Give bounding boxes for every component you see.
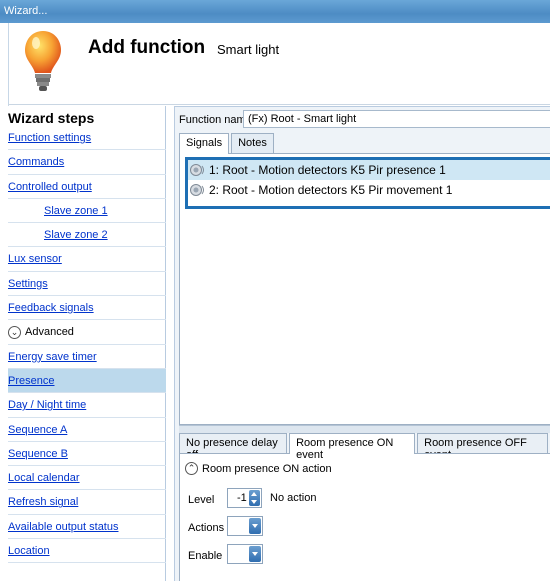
step-presence[interactable]: Presence	[8, 368, 166, 394]
level-description: No action	[270, 492, 317, 504]
step-available-output-status[interactable]: Available output status	[8, 515, 166, 540]
enable-label: Enable	[188, 550, 223, 562]
chevron-down-icon: ⌄	[8, 325, 21, 339]
signals-pane: 1: Root - Motion detectors K5 Pir presen…	[179, 153, 550, 425]
step-slave-zone-1[interactable]: Slave zone 1	[8, 199, 166, 224]
level-stepper[interactable]: -1	[227, 488, 262, 508]
wizard-header: Add function Smart light	[8, 23, 550, 107]
window-title-bar[interactable]: Wizard...	[0, 0, 550, 23]
wizard-steps-sidebar: Wizard steps Function settings Commands …	[8, 106, 166, 581]
step-energy-save-timer[interactable]: Energy save timer	[8, 345, 166, 369]
advanced-section-label: Advanced	[25, 326, 74, 339]
dropdown-arrow-icon	[249, 518, 261, 534]
wizard-steps-list: Function settings Commands Controlled ou…	[8, 126, 166, 564]
top-tabs: Signals Notes	[179, 133, 276, 154]
tab-room-presence-off-event[interactable]: Room presence OFF event	[417, 433, 548, 461]
signal-row[interactable]: 2: Root - Motion detectors K5 Pir moveme…	[188, 180, 550, 200]
step-refresh-signal[interactable]: Refresh signal	[8, 490, 166, 515]
advanced-section-toggle[interactable]: ⌄ Advanced	[8, 320, 166, 345]
step-slave-zone-2[interactable]: Slave zone 2	[8, 223, 166, 248]
dropdown-arrow-icon	[249, 546, 261, 562]
level-value: -1	[237, 492, 247, 504]
page-subtitle: Smart light	[217, 42, 280, 57]
signals-list: 1: Root - Motion detectors K5 Pir presen…	[185, 157, 550, 209]
action-section-toggle[interactable]: ⌃ Room presence ON action	[185, 462, 332, 475]
step-sequence-a[interactable]: Sequence A	[8, 418, 166, 442]
step-location[interactable]: Location	[8, 539, 166, 564]
step-function-settings[interactable]: Function settings	[8, 126, 166, 151]
step-feedback-signals[interactable]: Feedback signals	[8, 296, 166, 321]
actions-dropdown[interactable]	[227, 516, 263, 536]
header-divider	[8, 104, 550, 105]
signal-text: 2: Root - Motion detectors K5 Pir moveme…	[209, 183, 453, 197]
horizontal-scrollbar[interactable]	[179, 425, 550, 433]
window-title: Wizard...	[4, 5, 48, 17]
tab-room-presence-on-event[interactable]: Room presence ON event	[289, 433, 416, 461]
room-presence-on-event-pane: ⌃ Room presence ON action Level -1 No ac…	[179, 453, 550, 581]
action-section-title: Room presence ON action	[202, 462, 332, 475]
step-lux-sensor[interactable]: Lux sensor	[8, 247, 166, 272]
tab-no-presence-delay-off[interactable]: No presence delay off	[179, 433, 288, 461]
step-day-night-time[interactable]: Day / Night time	[8, 393, 166, 418]
enable-dropdown[interactable]	[227, 544, 263, 564]
function-editor-panel: Function name: Signals Notes 1: Root - M…	[174, 106, 550, 581]
signal-row[interactable]: 1: Root - Motion detectors K5 Pir presen…	[188, 160, 550, 180]
step-local-calendar[interactable]: Local calendar	[8, 466, 166, 491]
motion-sensor-icon	[190, 164, 204, 176]
light-bulb-icon	[25, 31, 61, 91]
signal-text: 1: Root - Motion detectors K5 Pir presen…	[209, 163, 446, 177]
step-controlled-output[interactable]: Controlled output	[8, 175, 166, 199]
actions-label: Actions	[188, 522, 225, 534]
step-commands[interactable]: Commands	[8, 150, 166, 175]
motion-sensor-icon	[190, 184, 204, 196]
page-title: Add function	[88, 37, 206, 58]
tab-notes[interactable]: Notes	[231, 133, 274, 153]
stepper-arrows-icon[interactable]	[249, 490, 260, 506]
event-tabs: No presence delay off Room presence ON e…	[179, 433, 550, 461]
sidebar-title: Wizard steps	[8, 110, 95, 126]
chevron-up-icon: ⌃	[185, 462, 198, 475]
step-settings[interactable]: Settings	[8, 272, 166, 297]
tab-signals[interactable]: Signals	[179, 133, 230, 154]
level-label: Level	[188, 494, 215, 506]
step-sequence-b[interactable]: Sequence B	[8, 442, 166, 467]
function-name-input[interactable]	[243, 110, 550, 128]
